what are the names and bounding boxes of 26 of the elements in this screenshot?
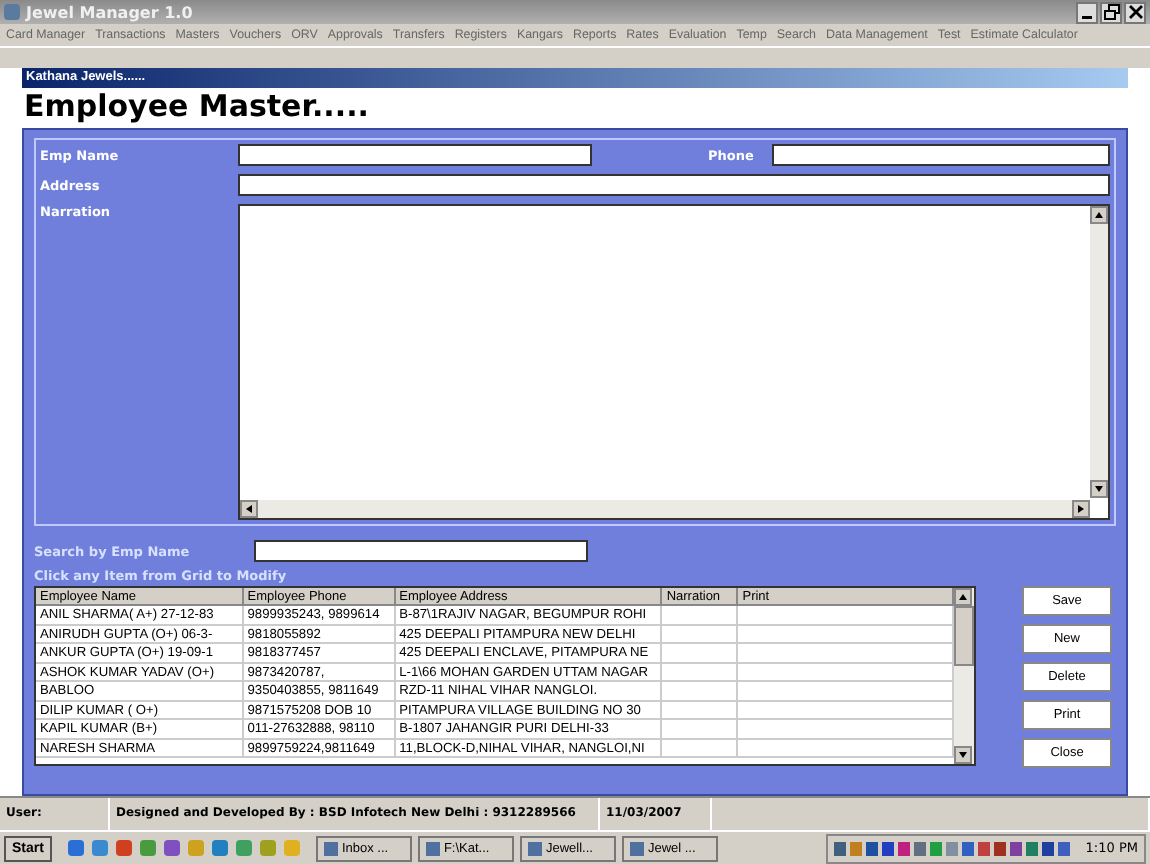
address-field[interactable] [238, 174, 1110, 196]
search-field[interactable] [254, 540, 588, 562]
scrollbar-thumb[interactable] [954, 606, 974, 666]
table-cell [662, 606, 739, 625]
scroll-right-icon[interactable] [1072, 500, 1090, 518]
form-heading: Employee Master..... [22, 88, 371, 128]
restore-icon[interactable] [1100, 1, 1122, 23]
close-icon[interactable] [1124, 1, 1146, 23]
scroll-up-icon[interactable] [954, 588, 972, 606]
app-icon [4, 4, 20, 20]
table-cell [662, 663, 739, 682]
window-title: Jewel Manager 1.0 [26, 3, 193, 21]
table-cell [662, 682, 739, 701]
emp-name-field[interactable] [238, 144, 592, 166]
scroll-left-icon[interactable] [240, 500, 258, 518]
table-cell [662, 625, 739, 644]
table-cell [662, 701, 739, 720]
scroll-down-icon[interactable] [1090, 480, 1108, 498]
phone-field[interactable] [772, 144, 1110, 166]
table-cell [662, 644, 739, 663]
table-cell [662, 720, 739, 739]
minimize-icon[interactable] [1076, 1, 1098, 23]
scroll-down-icon[interactable] [954, 746, 972, 764]
narration-field[interactable] [238, 204, 1110, 520]
scroll-up-icon[interactable] [1090, 206, 1108, 224]
table-cell [662, 739, 739, 758]
